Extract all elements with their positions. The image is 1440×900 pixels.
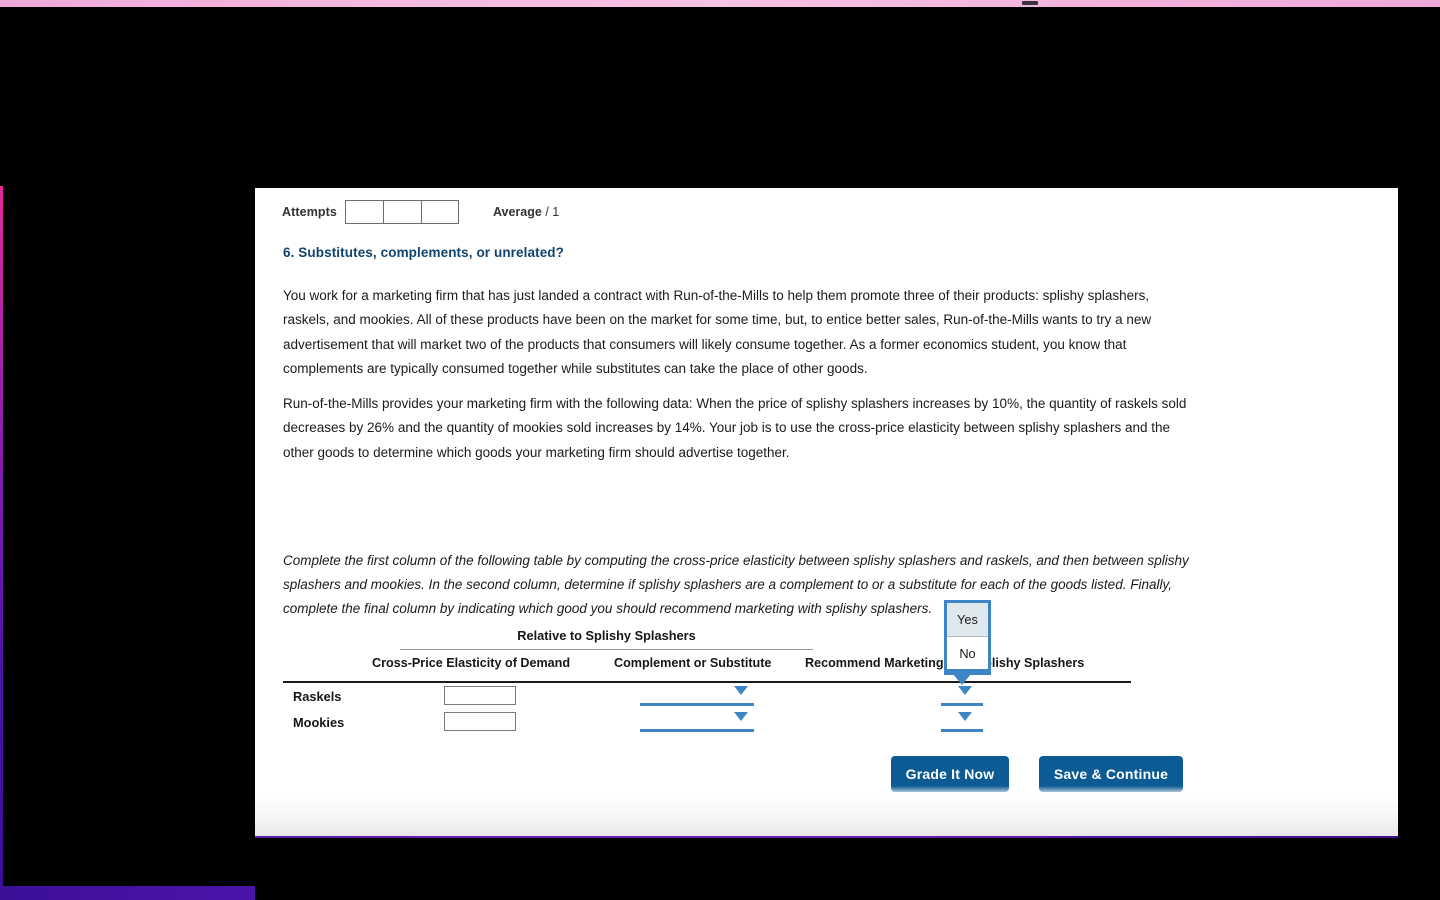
dropdown-option-no[interactable]: No [947,636,988,669]
continue-without-saving-link[interactable]: Continue without saving [1039,801,1183,816]
column-header-complement-substitute: Complement or Substitute [614,656,772,670]
recommend-select-mookies[interactable] [941,712,983,732]
table-header-rule [283,681,1131,683]
attempt-box-2 [382,200,421,224]
dropdown-option-yes[interactable]: Yes [947,603,988,636]
card-bottom-accent-line [255,836,1398,838]
page-title: 6. Substitutes, complements, or unrelate… [283,245,565,260]
row-label-raskels: Raskels [293,689,342,704]
table-span-header: Relative to Splishy Splashers [400,628,813,650]
desktop-left-strip [0,186,3,900]
attempt-box-1 [344,200,383,224]
average-text: Average [492,205,542,219]
desktop-top-strip [0,0,1440,7]
average-value: / 1 [545,205,560,219]
elasticity-input-mookies[interactable] [444,712,516,731]
chevron-down-icon [734,712,748,721]
elasticity-input-raskels[interactable] [444,686,516,705]
complement-substitute-select-mookies[interactable] [640,712,754,732]
question-card: Attempts Average / 1 6. Substitutes, com… [255,188,1398,838]
recommend-select-raskels[interactable] [941,686,983,706]
attempts-label: Attempts [282,205,337,219]
recommend-dropdown-menu[interactable]: Yes No [944,600,991,672]
card-bottom-fade [255,786,1398,838]
attempt-box-3 [420,200,459,224]
table-row: Mookies [283,712,1163,738]
row-label-mookies: Mookies [293,715,345,730]
grade-it-now-button[interactable]: Grade It Now [891,756,1009,792]
desktop-bottom-strip [0,886,255,900]
chevron-down-icon [953,674,971,685]
table-row: Raskels [283,686,1163,712]
table-column-headers: Cross-Price Elasticity of Demand Complem… [283,656,1163,678]
attempts-row: Attempts Average / 1 [282,200,559,224]
chevron-down-icon [734,686,748,695]
complement-substitute-select-raskels[interactable] [640,686,754,706]
question-paragraph-1: You work for a marketing firm that has j… [283,288,1152,376]
screen-root: Attempts Average / 1 6. Substitutes, com… [0,0,1440,900]
attempts-boxes [344,200,459,224]
top-strip-indicator-icon [1022,1,1038,5]
question-instruction: Complete the first column of the followi… [283,553,1189,616]
average-label: Average / 1 [493,205,559,219]
question-paragraph-2: Run-of-the-Mills provides your marketing… [283,396,1187,460]
column-header-elasticity: Cross-Price Elasticity of Demand [372,656,571,670]
save-and-continue-button[interactable]: Save & Continue [1039,756,1183,792]
chevron-down-icon [958,712,972,721]
chevron-down-icon [958,686,972,695]
